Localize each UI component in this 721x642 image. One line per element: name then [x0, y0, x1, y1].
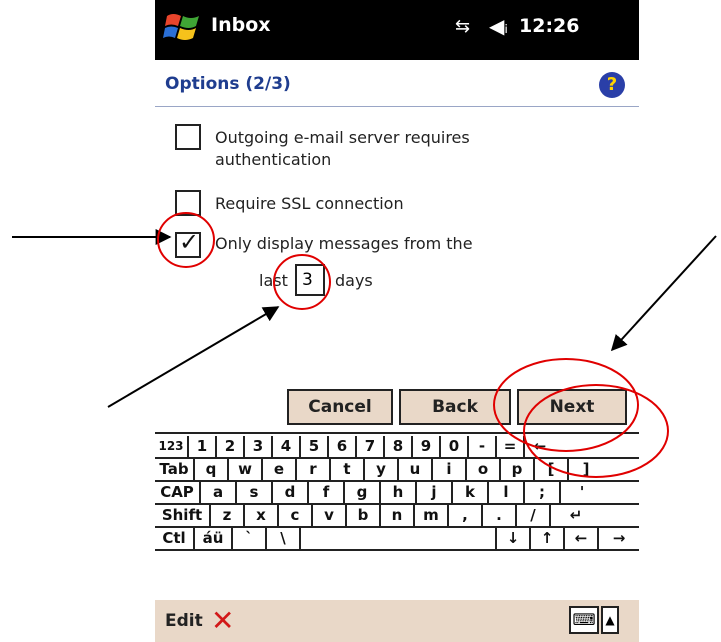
keyboard-icon[interactable]: ⌨ [569, 606, 599, 634]
pda-screen: Inbox ⇆ ◀ᵢ 12:26 Options (2/3) ? Outgoin… [155, 0, 639, 642]
space-key[interactable] [301, 528, 497, 549]
key[interactable]: b [347, 505, 381, 526]
key[interactable]: ; [525, 482, 561, 503]
keyboard-row-4: Shift z x c v b n m , . / ↵ [155, 505, 601, 526]
key[interactable]: k [453, 482, 489, 503]
key[interactable]: c [279, 505, 313, 526]
key[interactable]: m [415, 505, 449, 526]
key[interactable]: 123 [155, 436, 189, 457]
bottom-menu-bar: Edit ✕ ⌨ ▲ [155, 600, 639, 642]
key[interactable]: v [313, 505, 347, 526]
days-input[interactable]: 3 [295, 264, 325, 296]
ctrl-key[interactable]: Ctl [155, 528, 195, 549]
caps-key[interactable]: CAP [155, 482, 201, 503]
checkbox-only-display[interactable]: ✓ [175, 228, 201, 258]
cancel-button[interactable]: Cancel [287, 389, 393, 425]
title-bar: Inbox ⇆ ◀ᵢ 12:26 [155, 0, 639, 60]
accent-key[interactable]: áü [195, 528, 233, 549]
key[interactable]: ' [561, 482, 603, 503]
key[interactable]: 5 [301, 436, 329, 457]
arrow-right-key[interactable]: → [599, 528, 639, 549]
key[interactable]: 0 [441, 436, 469, 457]
key[interactable]: ` [233, 528, 267, 549]
page-header: Options (2/3) ? [155, 60, 639, 107]
key[interactable]: . [483, 505, 517, 526]
app-title: Inbox [211, 14, 271, 36]
key[interactable]: 8 [385, 436, 413, 457]
keyboard-row-1: 123 1 2 3 4 5 6 7 8 9 0 - = ← [155, 436, 555, 457]
key[interactable]: x [245, 505, 279, 526]
key[interactable]: r [297, 459, 331, 480]
key[interactable]: p [501, 459, 535, 480]
key[interactable]: a [201, 482, 237, 503]
arrow-up-key[interactable]: ↑ [531, 528, 565, 549]
key[interactable]: = [497, 436, 525, 457]
key[interactable]: 1 [189, 436, 217, 457]
soft-keyboard: 123 1 2 3 4 5 6 7 8 9 0 - = ← Tab q w e … [155, 432, 639, 602]
edit-menu[interactable]: Edit [165, 611, 203, 631]
key[interactable]: - [469, 436, 497, 457]
key[interactable]: 6 [329, 436, 357, 457]
keyboard-row-2: Tab q w e r t y u i o p [ ] [155, 459, 603, 480]
tab-key[interactable]: Tab [155, 459, 195, 480]
key[interactable]: 7 [357, 436, 385, 457]
help-icon[interactable]: ? [599, 72, 625, 98]
key[interactable]: n [381, 505, 415, 526]
key[interactable]: , [449, 505, 483, 526]
keyboard-row-3: CAP a s d f g h j k l ; ' [155, 482, 603, 503]
key[interactable]: z [211, 505, 245, 526]
key[interactable]: d [273, 482, 309, 503]
key[interactable]: g [345, 482, 381, 503]
enter-key[interactable]: ↵ [551, 505, 601, 526]
key[interactable]: j [417, 482, 453, 503]
key[interactable]: w [229, 459, 263, 480]
key[interactable]: q [195, 459, 229, 480]
key[interactable]: f [309, 482, 345, 503]
next-button[interactable]: Next [517, 389, 627, 425]
key[interactable]: y [365, 459, 399, 480]
option-label-only-display: Only display messages from the [215, 234, 473, 253]
checkbox-ssl[interactable] [175, 190, 201, 216]
key[interactable]: s [237, 482, 273, 503]
key[interactable]: 4 [273, 436, 301, 457]
back-button[interactable]: Back [399, 389, 511, 425]
backspace-key[interactable]: ← [525, 436, 555, 457]
checkbox-authentication[interactable] [175, 124, 201, 150]
page-title: Options (2/3) [165, 74, 291, 94]
days-prefix-label: last [259, 271, 288, 290]
key[interactable]: h [381, 482, 417, 503]
keyboard-row-5: Ctl áü ` \ ↓ ↑ ← → [155, 528, 639, 549]
key[interactable]: t [331, 459, 365, 480]
option-label-authentication: Outgoing e-mail server requires authenti… [215, 128, 470, 169]
start-menu-icon[interactable] [163, 8, 203, 48]
key[interactable]: \ [267, 528, 301, 549]
key[interactable]: u [399, 459, 433, 480]
arrow-down-key[interactable]: ↓ [497, 528, 531, 549]
key[interactable]: / [517, 505, 551, 526]
speaker-icon[interactable]: ◀ᵢ [489, 14, 508, 38]
checkmark-icon: ✓ [179, 228, 200, 256]
key[interactable]: o [467, 459, 501, 480]
key[interactable]: i [433, 459, 467, 480]
close-icon[interactable]: ✕ [211, 604, 234, 637]
connectivity-icon[interactable]: ⇆ [455, 16, 470, 37]
key[interactable]: [ [535, 459, 569, 480]
key[interactable]: e [263, 459, 297, 480]
key[interactable]: ] [569, 459, 603, 480]
key[interactable]: 9 [413, 436, 441, 457]
clock[interactable]: 12:26 [519, 15, 579, 37]
keyboard-divider [155, 549, 639, 551]
arrow-left-key[interactable]: ← [565, 528, 599, 549]
key[interactable]: l [489, 482, 525, 503]
days-suffix-label: days [335, 271, 373, 290]
option-label-ssl: Require SSL connection [215, 194, 404, 213]
key[interactable]: 2 [217, 436, 245, 457]
input-selector-arrow-icon[interactable]: ▲ [601, 606, 619, 634]
shift-key[interactable]: Shift [155, 505, 211, 526]
key[interactable]: 3 [245, 436, 273, 457]
